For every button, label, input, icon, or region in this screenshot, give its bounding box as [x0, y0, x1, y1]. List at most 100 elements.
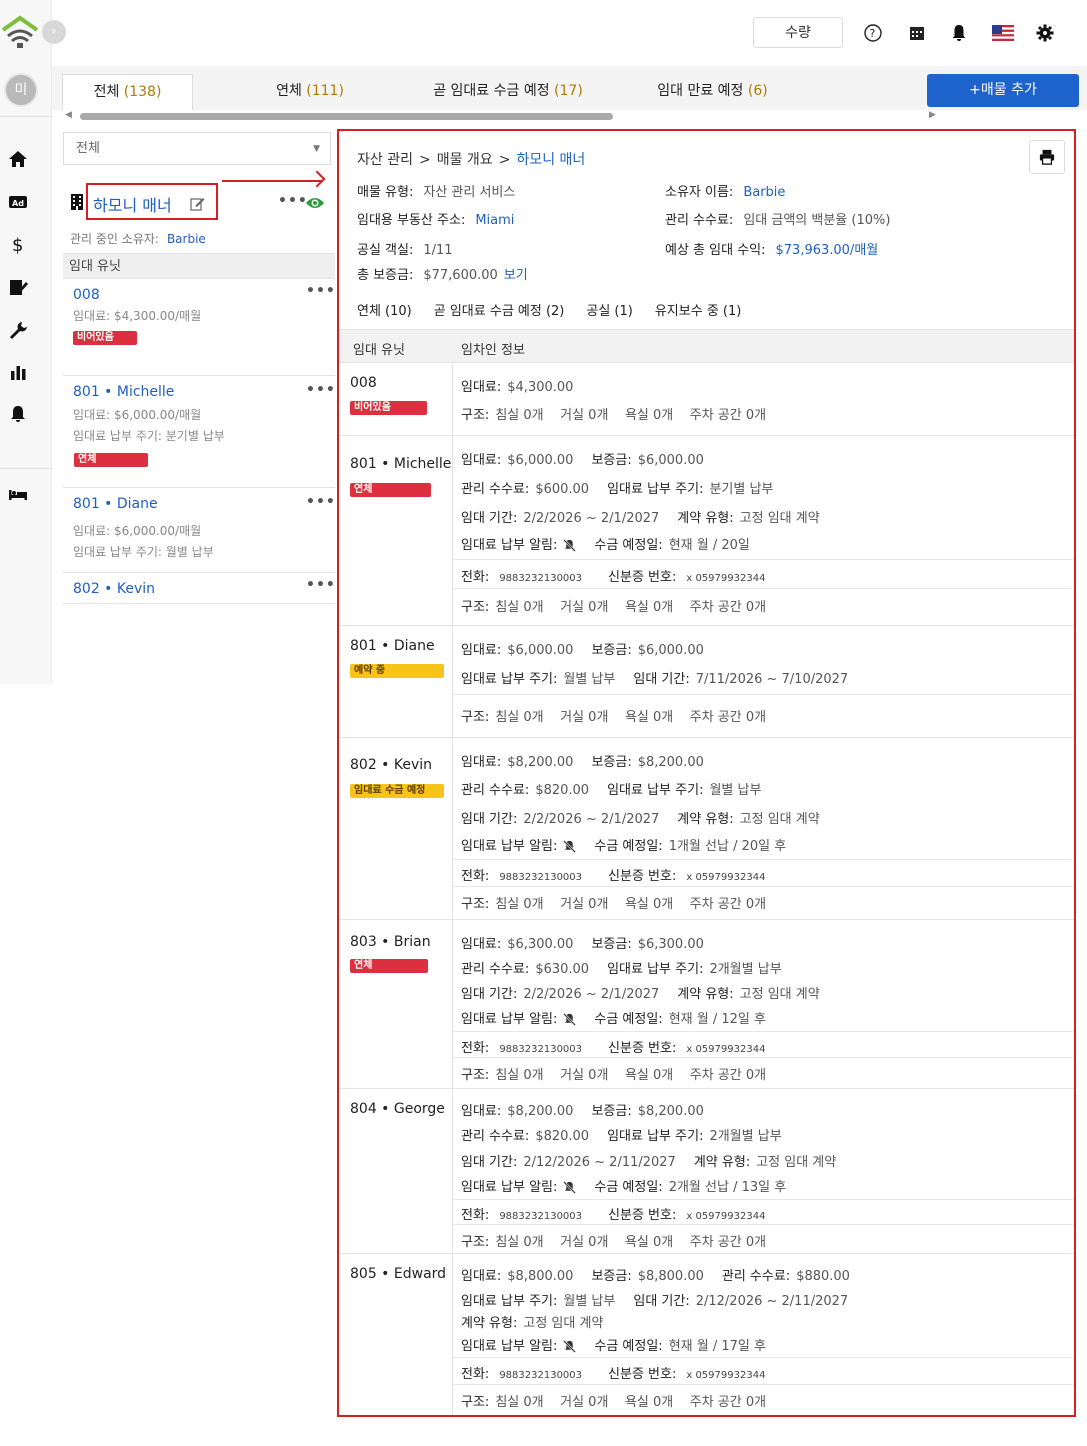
units-table-header: 임대 유닛 임차인 정보 — [339, 329, 1074, 363]
field-value: 월별 납부 — [563, 1294, 616, 1309]
field-label: 임대료 납부 알림: — [461, 839, 558, 854]
bell-off-icon[interactable] — [563, 840, 577, 853]
unit-name[interactable]: 801 • Michelle — [350, 456, 451, 472]
home-icon[interactable] — [6, 147, 30, 171]
info-value: $73,963.00/매월 — [775, 243, 879, 258]
filter-maintenance[interactable]: 유지보수 중 (1) — [655, 304, 741, 319]
tab-rent-due-soon[interactable]: 곧 임대료 수금 예정 (17) — [418, 74, 598, 110]
tab-count: (17) — [554, 83, 583, 99]
bell-off-icon[interactable] — [563, 1340, 577, 1353]
property-name[interactable]: 하모니 매너 — [93, 192, 172, 216]
more-options-icon[interactable]: ••• — [306, 494, 336, 510]
breadcrumb: 자산 관리 > 매물 개요 > 하모니 매너 — [357, 149, 585, 169]
unit-title[interactable]: 801 • Diane — [73, 496, 158, 512]
unit-rent: 임대료: $6,000.00/매월 — [73, 408, 202, 422]
breadcrumb-item[interactable]: 매물 개요 — [437, 152, 493, 168]
field-label: 전화: — [461, 1208, 490, 1223]
view-deposit-link[interactable]: 보기 — [504, 268, 528, 283]
more-options-icon[interactable]: ••• — [306, 283, 336, 299]
eye-icon[interactable] — [305, 195, 325, 211]
unit-list-item[interactable]: 008 ••• 임대료: $4,300.00/매월 비어있음 — [63, 279, 335, 376]
wrench-icon[interactable] — [6, 318, 30, 342]
quantity-button[interactable]: 수량 — [753, 17, 843, 48]
tab-lease-expiring[interactable]: 임대 만료 예정 (6) — [640, 74, 785, 110]
field-value: 9883232130003 — [499, 872, 583, 883]
bell-off-icon[interactable] — [563, 539, 577, 552]
ad-icon[interactable]: Ad — [6, 190, 30, 214]
tab-overdue[interactable]: 연체 (111) — [240, 74, 380, 110]
field-label: 임대료: — [461, 453, 502, 468]
filter-vacant[interactable]: 공실 (1) — [586, 304, 632, 319]
avatar[interactable]: 미 — [4, 73, 38, 107]
unit-name[interactable]: 801 • Diane — [350, 638, 435, 654]
bed-icon[interactable] — [6, 482, 30, 506]
table-row: 008 비어있음 임대료: $4,300.00 구조: 침실 0개 거실 0개 욕실… — [339, 363, 1074, 436]
breadcrumb-item[interactable]: 자산 관리 — [357, 152, 413, 168]
unit-list-item[interactable]: 801 • Michelle ••• 임대료: $6,000.00/매월 임대료… — [63, 376, 335, 488]
period-contract-line: 임대 기간: 2/12/2026 ~ 2/11/2027 계약 유형: 고정 임대 계… — [461, 1151, 854, 1170]
reminder-due-line: 임대료 납부 알림: 수금 예정일: 2개월 선납 / 13일 후 — [461, 1176, 804, 1195]
chart-icon[interactable] — [6, 360, 30, 384]
more-options-icon[interactable]: ••• — [278, 193, 308, 209]
field-label: 관리 수수료: — [461, 1129, 530, 1144]
dollar-icon[interactable]: $ — [6, 232, 30, 256]
scrollbar-thumb[interactable] — [80, 113, 613, 120]
calendar-icon[interactable] — [906, 22, 928, 44]
logo-icon[interactable] — [0, 12, 40, 52]
us-flag-icon[interactable] — [992, 22, 1014, 44]
field-value: $8,800.00 — [507, 1269, 574, 1284]
field-value: 2개월 선납 / 13일 후 — [668, 1180, 787, 1195]
notification-bell-icon[interactable] — [948, 22, 970, 44]
bell-off-icon[interactable] — [563, 1013, 577, 1026]
unit-title[interactable]: 008 — [73, 287, 100, 303]
more-options-icon[interactable]: ••• — [306, 577, 336, 593]
field-label: 임대 기간: — [461, 812, 518, 827]
unit-name[interactable]: 803 • Brian — [350, 934, 431, 950]
more-options-icon[interactable]: ••• — [306, 382, 336, 398]
unit-name[interactable]: 805 • Edward — [350, 1266, 446, 1282]
tab-all[interactable]: 전체 (138) — [62, 74, 193, 110]
field-value: 침실 0개 거실 0개 욕실 0개 주차 공간 0개 — [495, 1235, 767, 1250]
info-label: 소유자 이름: — [665, 185, 734, 200]
print-button[interactable] — [1029, 140, 1065, 174]
unit-title[interactable]: 801 • Michelle — [73, 384, 174, 400]
field-label: 구조: — [461, 1068, 490, 1083]
unit-name[interactable]: 008 — [350, 375, 377, 391]
field-label: 수금 예정일: — [594, 1012, 663, 1027]
info-value[interactable]: Barbie — [743, 185, 785, 200]
help-icon[interactable]: ? — [862, 22, 884, 44]
info-value: 임대 금액의 백분율 (10%) — [743, 213, 891, 228]
field-label: 수금 예정일: — [594, 1339, 663, 1354]
add-property-button[interactable]: +매물 추가 — [927, 74, 1079, 107]
reminder-due-line: 임대료 납부 알림: 수금 예정일: 현재 월 / 20일 — [461, 534, 768, 553]
filter-overdue[interactable]: 연체 (10) — [357, 304, 412, 319]
unit-list-item[interactable]: 802 • Kevin ••• — [63, 573, 335, 604]
status-badge: 비어있음 — [350, 401, 427, 415]
scroll-left-icon[interactable]: ◀ — [65, 110, 72, 120]
field-label: 임대료 납부 주기: — [461, 672, 558, 687]
field-value: $6,300.00 — [637, 937, 704, 952]
unit-name[interactable]: 802 • Kevin — [350, 757, 432, 773]
owner-link[interactable]: Barbie — [167, 232, 206, 246]
bell-off-icon[interactable] — [563, 1181, 577, 1194]
field-label: 전화: — [461, 570, 490, 585]
field-value: 9883232130003 — [499, 573, 583, 584]
info-value[interactable]: Miami — [475, 213, 514, 228]
expand-nav-button[interactable]: › — [42, 20, 66, 44]
edit-icon[interactable] — [190, 196, 205, 211]
unit-list-item[interactable]: 801 • Diane ••• 임대료: $6,000.00/매월 임대료 납부… — [63, 488, 335, 573]
unit-title[interactable]: 802 • Kevin — [73, 581, 155, 597]
scroll-right-icon[interactable]: ▶ — [929, 110, 936, 120]
settings-gear-icon[interactable] — [1034, 22, 1056, 44]
filter-rent-due-soon[interactable]: 곧 임대료 수금 예정 (2) — [434, 304, 565, 319]
property-filter-select[interactable]: 전체 ▼ — [63, 132, 331, 165]
field-label: 수금 예정일: — [594, 538, 663, 553]
contract-edit-icon[interactable] — [6, 275, 30, 299]
field-value: $8,800.00 — [637, 1269, 704, 1284]
unit-name[interactable]: 804 • George — [350, 1101, 445, 1117]
column-header: 임대 유닛 — [353, 343, 405, 358]
field-label: 임대료: — [461, 1269, 502, 1284]
field-value: 7/11/2026 ~ 7/10/2027 — [695, 672, 849, 687]
divider — [453, 1384, 1074, 1385]
bell-icon[interactable] — [6, 402, 30, 426]
